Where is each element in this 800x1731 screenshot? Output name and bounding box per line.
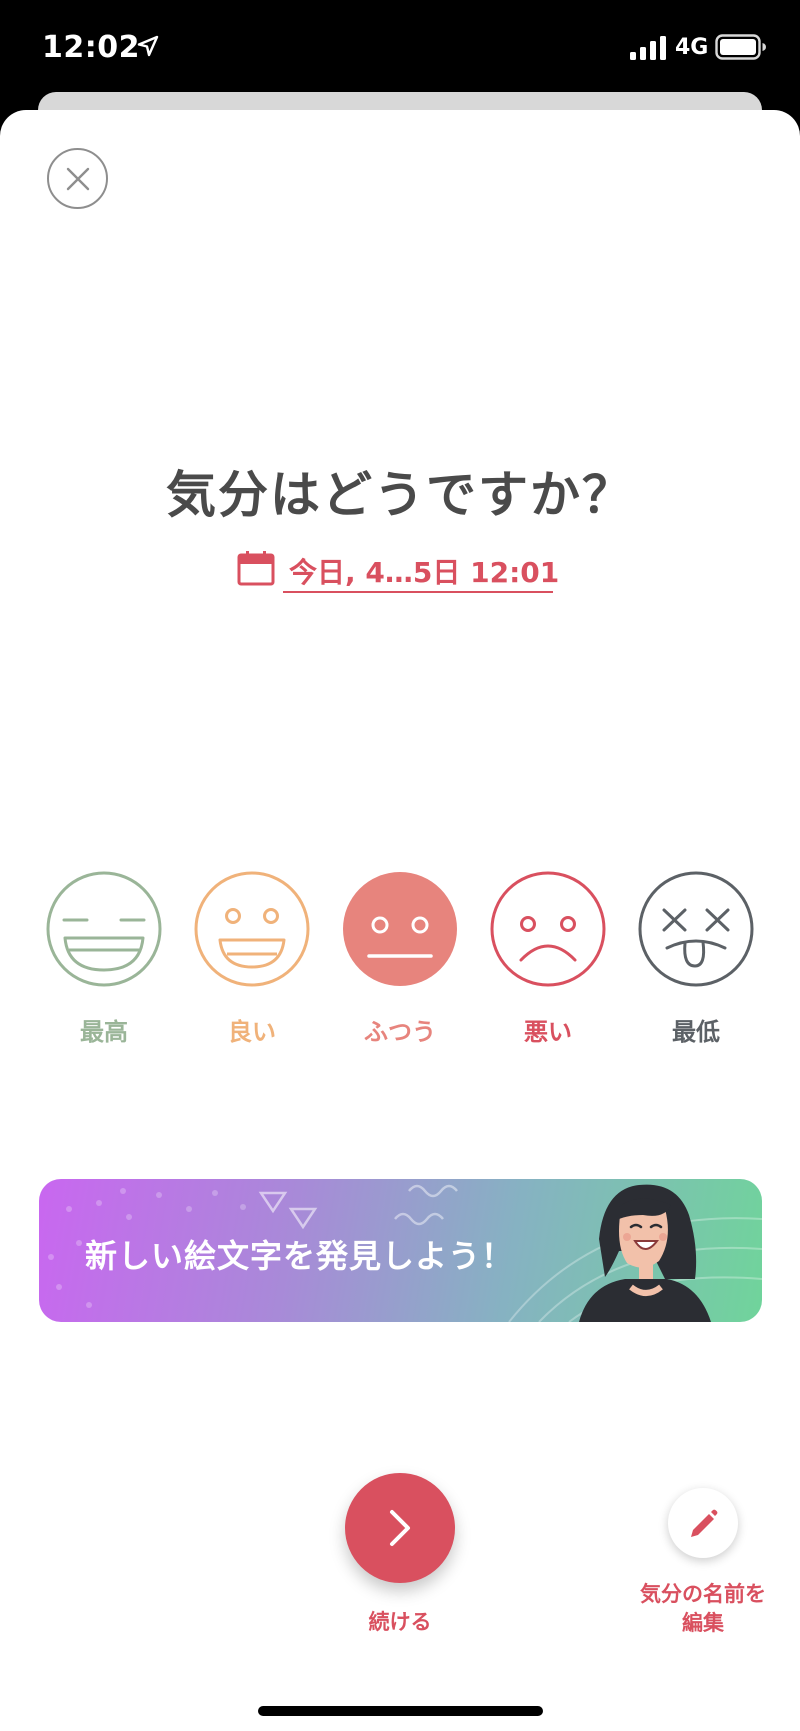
mood-option-bad[interactable]: 悪い (489, 870, 607, 1047)
mood-option-good[interactable]: 良い (193, 870, 311, 1047)
mood-label-good: 良い (228, 1018, 276, 1046)
home-indicator[interactable] (258, 1706, 543, 1716)
mood-option-worst[interactable]: 最低 (637, 870, 755, 1047)
pencil-icon (691, 1509, 718, 1537)
location-arrow-icon (137, 35, 159, 57)
sad-face-icon (490, 871, 606, 987)
edit-mood-names-button[interactable] (668, 1488, 738, 1558)
mood-label-worst: 最低 (672, 1018, 720, 1046)
mood-option-best[interactable]: 最高 (45, 870, 163, 1047)
laughing-face-icon (46, 871, 162, 987)
mood-label-neutral: ふつう (364, 1018, 436, 1046)
status-time: 12:02 (42, 30, 140, 65)
discover-emoji-banner[interactable]: 新しい絵文字を発見しよう！ (39, 1179, 762, 1322)
calendar-icon (237, 551, 275, 586)
smiling-face-icon (194, 871, 310, 987)
mood-option-neutral[interactable]: ふつう (341, 870, 459, 1047)
edit-label-line1: 気分の名前を (640, 1582, 766, 1606)
close-icon (66, 167, 90, 191)
mood-label-bad: 悪い (524, 1018, 572, 1046)
continue-label[interactable]: 続ける (340, 1606, 460, 1636)
edit-label-line2: 編集 (682, 1611, 724, 1635)
battery-icon (715, 34, 766, 60)
continue-button[interactable] (345, 1473, 455, 1583)
page-title: 気分はどうですか？ (166, 466, 634, 524)
date-label: 今日, 4…5日 12:01 (289, 556, 560, 589)
laughing-woman-illustration (579, 1184, 711, 1322)
close-button[interactable] (47, 148, 108, 209)
signal-bars-icon (630, 36, 666, 60)
date-underline (283, 591, 553, 593)
neutral-face-icon (343, 872, 457, 986)
edit-mood-names-label[interactable]: 気分の名前を 編集 (628, 1580, 778, 1638)
chevron-right-icon (390, 1510, 410, 1546)
banner-text: 新しい絵文字を発見しよう！ (85, 1237, 515, 1275)
mood-label-best: 最高 (80, 1018, 128, 1046)
network-type: 4G (675, 35, 709, 60)
status-bar: 12:02 4G (0, 0, 800, 96)
dizzy-face-icon (638, 871, 754, 987)
